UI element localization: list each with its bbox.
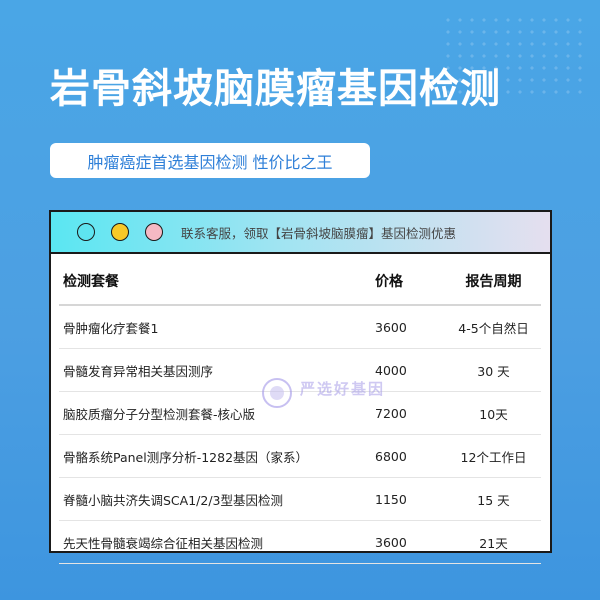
report-period: 10天	[446, 391, 541, 435]
report-period: 4-5个自然日	[446, 305, 541, 349]
package-name: 骨骼系统Panel测序分析-1282基因（家系）	[59, 434, 374, 478]
report-period: 12个工作日	[446, 434, 541, 478]
package-price: 1150	[374, 477, 446, 521]
window-dot-pink	[145, 223, 163, 241]
package-name: 骨肿瘤化疗套餐1	[59, 305, 374, 349]
package-name: 先天性骨髓衰竭综合征相关基因检测	[59, 520, 374, 564]
card-header-bar: 联系客服，领取【岩骨斜坡脑膜瘤】基因检测优惠	[51, 212, 550, 254]
test-package-table: 检测套餐 价格 报告周期 骨肿瘤化疗套餐1 3600 4-5个自然日 骨髓发育异…	[59, 258, 541, 564]
subtitle-badge: 肿瘤癌症首选基因检测 性价比之王	[50, 143, 370, 178]
package-price: 7200	[374, 391, 446, 435]
package-name: 脑胶质瘤分子分型检测套餐-核心版	[59, 391, 374, 435]
contact-service-text: 联系客服，领取【岩骨斜坡脑膜瘤】基因检测优惠	[181, 225, 457, 241]
page-title: 岩骨斜坡脑膜瘤基因检测	[50, 66, 501, 112]
price-table-card: 联系客服，领取【岩骨斜坡脑膜瘤】基因检测优惠 检测套餐 价格 报告周期 骨肿瘤化…	[49, 210, 552, 564]
package-name: 骨髓发育异常相关基因测序	[59, 348, 374, 392]
header-package: 检测套餐	[59, 258, 374, 306]
table-row: 脊髓小脑共济失调SCA1/2/3型基因检测 1150 15 天	[59, 477, 541, 521]
package-price: 4000	[374, 348, 446, 392]
package-name: 脊髓小脑共济失调SCA1/2/3型基因检测	[59, 477, 374, 521]
report-period: 21天	[446, 520, 541, 564]
table-row: 骨肿瘤化疗套餐1 3600 4-5个自然日	[59, 305, 541, 349]
report-period: 15 天	[446, 477, 541, 521]
window-dot-cyan	[77, 223, 95, 241]
table-row: 先天性骨髓衰竭综合征相关基因检测 3600 21天	[59, 520, 541, 564]
table-header-row: 检测套餐 价格 报告周期	[59, 258, 541, 306]
table-row: 骨骼系统Panel测序分析-1282基因（家系） 6800 12个工作日	[59, 434, 541, 478]
report-period: 30 天	[446, 348, 541, 392]
table-row: 骨髓发育异常相关基因测序 4000 30 天	[59, 348, 541, 392]
package-price: 6800	[374, 434, 446, 478]
window-dot-yellow	[111, 223, 129, 241]
header-report-period: 报告周期	[446, 258, 541, 306]
header-price: 价格	[374, 258, 446, 306]
package-price: 3600	[374, 305, 446, 349]
table-row: 脑胶质瘤分子分型检测套餐-核心版 7200 10天	[59, 391, 541, 435]
package-price: 3600	[374, 520, 446, 564]
